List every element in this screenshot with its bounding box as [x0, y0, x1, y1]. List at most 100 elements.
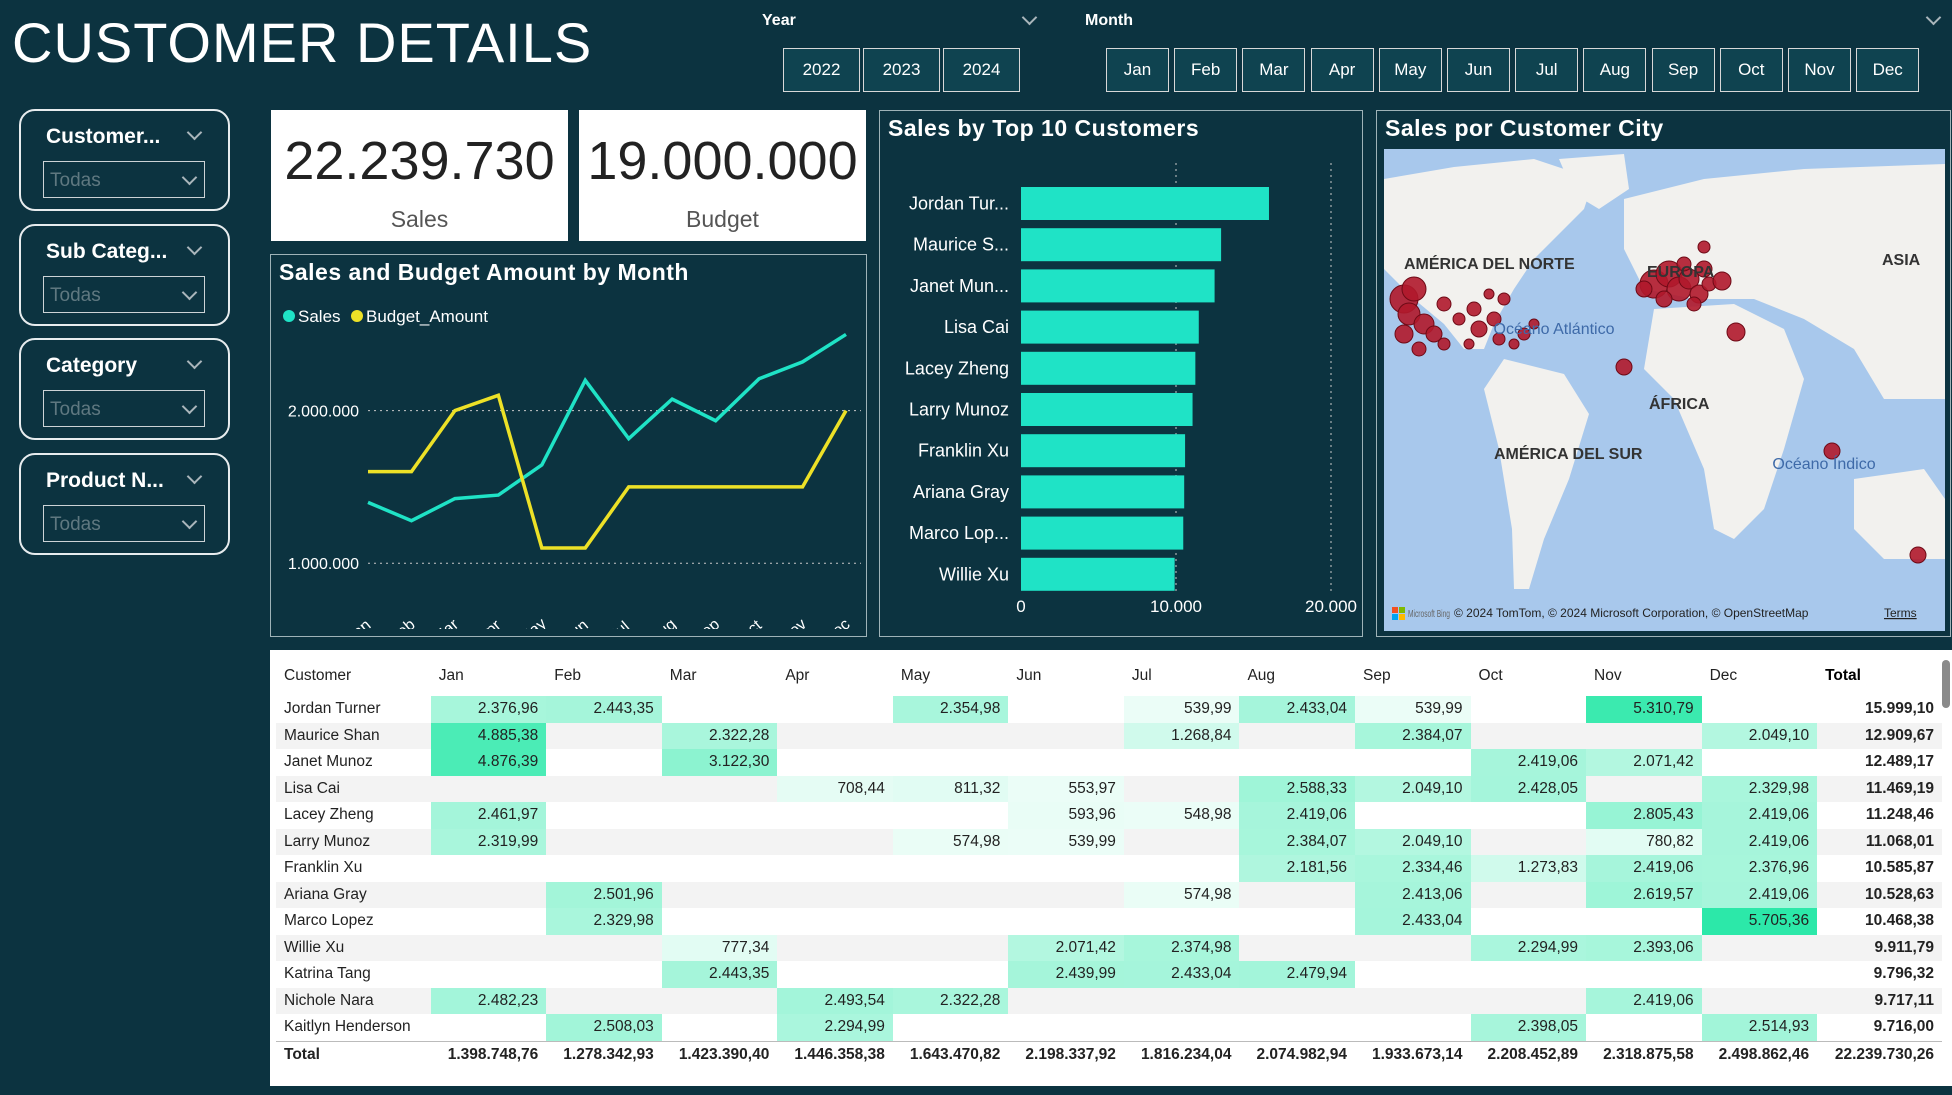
city-bubble[interactable] [1452, 312, 1466, 326]
city-bubble[interactable] [1466, 301, 1482, 317]
filter-customer-dropdown[interactable]: Todas [43, 161, 205, 198]
city-bubble[interactable] [1463, 338, 1475, 350]
city-bubble[interactable] [1655, 290, 1673, 308]
city-bubble[interactable] [1726, 322, 1746, 342]
month-value-cell [893, 802, 1009, 829]
table-row[interactable]: Janet Munoz 4.876,39 3.122,30 2.419,06 2.071… [276, 749, 1942, 776]
month-option-dec[interactable]: Dec [1856, 48, 1920, 92]
bar[interactable] [1021, 475, 1185, 509]
city-bubble[interactable] [1712, 271, 1732, 291]
customer-name-cell: Ariana Gray [284, 885, 367, 903]
bar[interactable] [1021, 269, 1215, 303]
month-option-oct[interactable]: Oct [1719, 48, 1783, 92]
column-header-sep[interactable]: Sep [1354, 658, 1471, 696]
filter-category-dropdown[interactable]: Todas [43, 390, 205, 427]
x-tick-label: Jun [561, 617, 592, 629]
city-bubble[interactable] [1483, 288, 1495, 300]
city-bubble[interactable] [1497, 292, 1511, 306]
table-row[interactable]: Marco Lopez 2.329,98 2.433,04 5.705,36 10.46… [276, 908, 1942, 935]
bar[interactable] [1021, 557, 1175, 591]
city-bubble[interactable] [1635, 280, 1653, 298]
column-header-total[interactable]: Total [1817, 658, 1942, 696]
filter-subcategory-value: Todas [50, 285, 101, 306]
month-option-may[interactable]: May [1378, 48, 1442, 92]
month-value-cell: 2.419,06 [1470, 749, 1587, 776]
column-header-apr[interactable]: Apr [777, 658, 893, 696]
table-row[interactable]: Lacey Zheng 2.461,97 593,96 548,98 2.419,06 2… [276, 802, 1942, 829]
city-bubble[interactable] [1470, 320, 1488, 338]
year-option-2022[interactable]: 2022 [783, 48, 860, 92]
column-header-customer[interactable]: Customer [276, 658, 431, 696]
bar[interactable] [1021, 228, 1222, 262]
table-row[interactable]: Maurice Shan 4.885,38 2.322,28 1.268,84 2.38… [276, 722, 1942, 749]
month-option-sep[interactable]: Sep [1651, 48, 1715, 92]
chevron-down-icon[interactable] [186, 468, 203, 485]
bar[interactable] [1021, 351, 1196, 385]
x-tick-label: Dec [821, 616, 854, 629]
month-value-cell: 1.268,84 [1123, 722, 1240, 749]
city-bubble[interactable] [1411, 341, 1427, 357]
month-option-aug[interactable]: Aug [1583, 48, 1647, 92]
map-terms-link[interactable]: Terms [1884, 606, 1917, 620]
column-header-may[interactable]: May [892, 658, 1009, 696]
city-bubble-map[interactable]: AMÉRICA DEL NORTE EUROPA ASIA Océano Atl… [1384, 149, 1945, 631]
chevron-down-icon[interactable] [1925, 9, 1942, 26]
matrix-scrollbar[interactable] [1942, 660, 1950, 708]
month-value-cell: 708,44 [777, 775, 893, 802]
table-row[interactable]: Kaitlyn Henderson 2.508,03 2.294,99 2.398,0… [276, 1014, 1942, 1041]
city-bubble[interactable] [1394, 324, 1414, 344]
column-header-mar[interactable]: Mar [661, 658, 778, 696]
month-option-nov[interactable]: Nov [1788, 48, 1851, 92]
city-bubble[interactable] [1401, 276, 1427, 302]
column-header-jul[interactable]: Jul [1123, 658, 1240, 696]
series-line-sales[interactable] [367, 332, 847, 523]
filter-subcategory[interactable]: Sub Categ... Todas [19, 224, 230, 326]
month-option-mar[interactable]: Mar [1242, 48, 1306, 92]
table-row[interactable]: Lisa Cai 708,44 811,32 553,97 2.588,33 2.049,… [276, 775, 1942, 802]
city-bubble[interactable] [1437, 337, 1451, 351]
month-option-jun[interactable]: Jun [1447, 48, 1510, 92]
table-row[interactable]: Larry Munoz 2.319,99 574,98 539,99 2.384,07 2… [276, 828, 1942, 855]
column-header-dec[interactable]: Dec [1701, 658, 1818, 696]
chevron-down-icon[interactable] [186, 239, 203, 256]
year-option-2023[interactable]: 2023 [863, 48, 940, 92]
filter-customer[interactable]: Customer... Todas [19, 109, 230, 211]
series-line-budget_amount[interactable] [368, 393, 848, 550]
column-header-feb[interactable]: Feb [546, 658, 662, 696]
city-bubble[interactable] [1615, 358, 1633, 376]
bar[interactable] [1021, 393, 1193, 426]
filter-product-name-dropdown[interactable]: Todas [43, 505, 205, 542]
city-bubble[interactable] [1508, 338, 1520, 350]
table-row[interactable]: Nichole Nara 2.482,23 2.493,54 2.322,28 2.41… [276, 987, 1942, 1014]
column-header-oct[interactable]: Oct [1470, 658, 1587, 696]
month-value-cell [1471, 695, 1587, 723]
bar[interactable] [1021, 310, 1199, 344]
month-option-jan[interactable]: Jan [1106, 48, 1169, 92]
city-bubble[interactable] [1686, 296, 1702, 312]
column-header-nov[interactable]: Nov [1586, 658, 1702, 696]
table-row[interactable]: Willie Xu 777,34 2.071,42 2.374,98 2.294,99 2… [276, 934, 1942, 961]
bar[interactable] [1021, 516, 1184, 550]
year-option-2024[interactable]: 2024 [943, 48, 1020, 92]
filter-product-name[interactable]: Product N... Todas [19, 453, 230, 555]
month-option-feb[interactable]: Feb [1174, 48, 1238, 92]
month-option-apr[interactable]: Apr [1310, 48, 1374, 92]
filter-category[interactable]: Category Todas [19, 338, 230, 440]
city-bubble[interactable] [1436, 296, 1452, 312]
table-row[interactable]: Jordan Turner 2.376,96 2.443,35 2.354,98 539… [276, 695, 1942, 723]
table-row[interactable]: Katrina Tang 2.443,35 2.439,99 2.433,04 2.47… [276, 961, 1942, 988]
table-row[interactable]: Franklin Xu 2.181,56 2.334,46 1.273,83 2.419… [276, 855, 1942, 882]
bar[interactable] [1021, 187, 1269, 220]
chevron-down-icon[interactable] [186, 124, 203, 141]
table-row[interactable]: Ariana Gray 2.501,96 574,98 2.413,06 2.619,5… [276, 881, 1942, 908]
column-header-jan[interactable]: Jan [430, 658, 547, 696]
city-bubble[interactable] [1697, 240, 1711, 254]
city-bubble[interactable] [1909, 546, 1927, 564]
month-option-jul[interactable]: Jul [1515, 48, 1579, 92]
chevron-down-icon[interactable] [1021, 9, 1038, 26]
column-header-aug[interactable]: Aug [1239, 658, 1355, 696]
chevron-down-icon[interactable] [186, 353, 203, 370]
filter-subcategory-dropdown[interactable]: Todas [43, 276, 205, 313]
column-header-jun[interactable]: Jun [1008, 658, 1124, 696]
bar[interactable] [1021, 434, 1186, 468]
